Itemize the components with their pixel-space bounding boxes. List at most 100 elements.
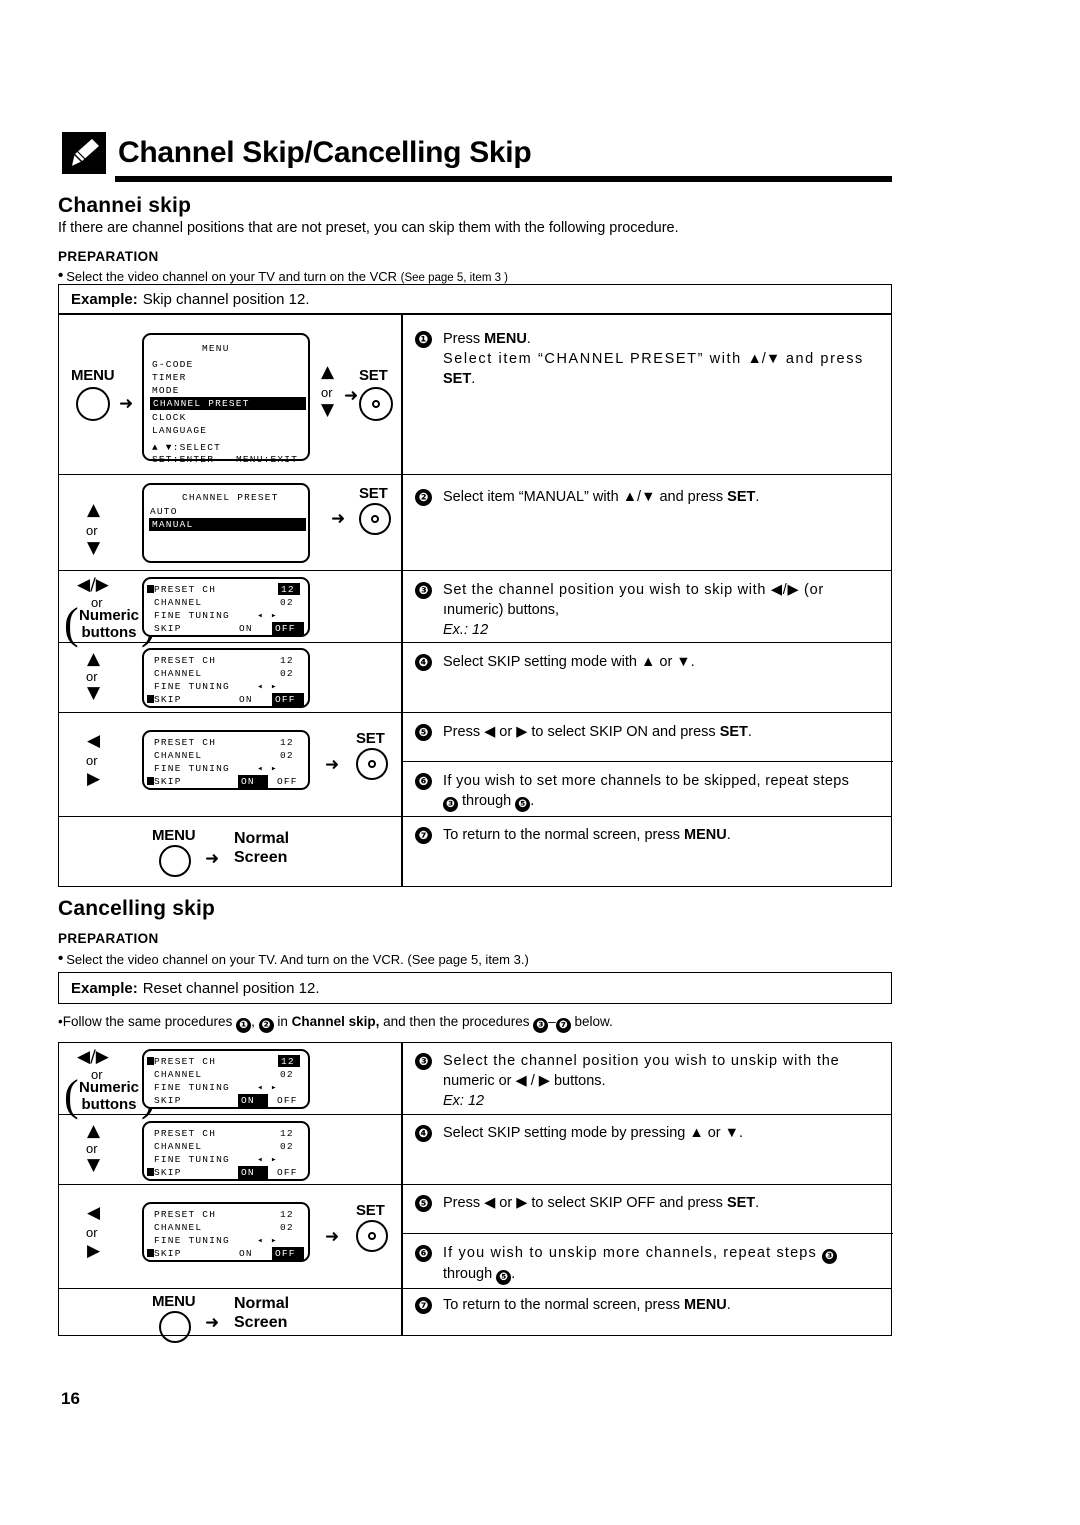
menu-button-label-2: MENU <box>152 827 196 844</box>
step-1-line3a: SET <box>443 371 472 387</box>
step-5-line1c: . <box>747 724 752 740</box>
step-number: ❺ <box>415 724 432 741</box>
osd-menu-footer-exit: MENU:EXIT <box>236 454 299 465</box>
set-button-label-1: SET <box>359 367 388 384</box>
osd-preset-title: CHANNEL PRESET <box>182 492 279 503</box>
menu-button-1[interactable] <box>76 387 110 421</box>
menu-button-3[interactable] <box>159 1311 191 1343</box>
osd-row-value: 02 <box>280 597 294 608</box>
osd-skip-off-highlighted: OFF <box>272 693 304 706</box>
osd-preset-item: AUTO <box>150 506 178 517</box>
left-arrow-icon[interactable]: ◀ <box>87 733 100 750</box>
step-ref-1: ❶ <box>236 1017 252 1033</box>
step-3-line2: ınumeric) buttons, <box>443 602 560 618</box>
osd-row-label: CHANNEL <box>154 1222 203 1233</box>
or-label: or <box>86 1141 98 1156</box>
step-7-line1b: MENU <box>683 827 727 843</box>
osd-step5-screen: PRESET CH 12 CHANNEL 02 FINE TUNING ◂ ▸ … <box>142 730 310 790</box>
osd-row-label: CHANNEL <box>154 668 203 679</box>
left-right-arrow-icon[interactable]: ◀/▶ <box>77 1049 109 1066</box>
set-button-1[interactable] <box>359 387 393 421</box>
osd-row-label: CHANNEL <box>154 750 203 761</box>
normal-line2: Screen <box>234 1314 288 1332</box>
set-button-4[interactable] <box>356 1220 388 1252</box>
osd-skip-off-highlighted: OFF <box>272 622 304 635</box>
osd-fine-tuning-arrows: ◂ ▸ <box>257 1082 278 1093</box>
osd-row-value: 02 <box>280 750 294 761</box>
numeric-label-line1: Numeric <box>78 1079 140 1096</box>
numeric-buttons-group[interactable]: Numeric buttons <box>73 607 145 642</box>
numeric-buttons-group[interactable]: Numeric buttons <box>73 1079 145 1114</box>
osd-fine-tuning-arrows: ◂ ▸ <box>257 610 278 621</box>
osd-row-value: 02 <box>280 668 294 679</box>
step-2-text: Select item “MANUAL” with ▲/▼ and press … <box>443 487 891 507</box>
cancel-step-7-line1c: . <box>726 1297 731 1313</box>
step-6-line2b: through <box>458 793 516 809</box>
follow-g: below. <box>570 1014 613 1029</box>
set-button-label-2: SET <box>359 485 388 502</box>
osd-row-label: PRESET CH <box>154 584 217 595</box>
right-arrow-icon[interactable]: ▶ <box>87 1243 100 1260</box>
osd-cursor-icon <box>147 1168 154 1176</box>
up-arrow-icon[interactable]: ▲ <box>87 651 100 668</box>
preparation-text-1: • Select the video channel on your TV and… <box>58 266 878 286</box>
set-button-3[interactable] <box>356 748 388 780</box>
osd-skip-label: SKIP <box>154 694 182 705</box>
page-number: 16 <box>61 1389 80 1408</box>
cancel-step-5-line1a: Press ◀ or ▶ to select SKIP OFF and pres… <box>443 1195 727 1211</box>
step-number: ❹ <box>415 654 432 671</box>
osd-step4-screen: PRESET CH 12 CHANNEL 02 FINE TUNING ◂ ▸ … <box>142 648 310 708</box>
left-right-arrow-icon[interactable]: ◀/▶ <box>77 577 109 594</box>
osd-row-label: PRESET CH <box>154 655 217 666</box>
step-ref-3: ❸ <box>821 1248 837 1264</box>
osd-menu-item: G-CODE <box>152 359 194 370</box>
cancel-step-7-text: To return to the normal screen, press ME… <box>443 1295 891 1315</box>
down-arrow-icon[interactable]: ▼ <box>87 540 100 557</box>
or-label: or <box>321 385 333 400</box>
osd-skip-label: SKIP <box>154 1248 182 1259</box>
osd-row-label: FINE TUNING <box>154 1154 230 1165</box>
step-3-text: Set the channel position you wish to ski… <box>443 580 893 640</box>
osd-fine-tuning-arrows: ◂ ▸ <box>257 1154 278 1165</box>
follow-e: and then the procedures <box>379 1014 534 1029</box>
osd-cursor-icon <box>147 585 154 593</box>
osd-cancel-step4-screen: PRESET CH 12 CHANNEL 02 FINE TUNING ◂ ▸ … <box>142 1121 310 1181</box>
bullet-icon: • <box>58 950 64 967</box>
left-arrow-icon[interactable]: ◀ <box>87 1205 100 1222</box>
osd-cursor-icon <box>147 777 154 785</box>
right-arrow-icon[interactable]: ▶ <box>87 771 100 788</box>
osd-menu-item: CLOCK <box>152 412 187 423</box>
osd-row-value: 02 <box>280 1222 294 1233</box>
normal-line1: Normal <box>234 830 290 847</box>
down-arrow-icon[interactable]: ▼ <box>87 1157 100 1174</box>
set-button-2[interactable] <box>359 503 391 535</box>
or-label: or <box>86 753 98 768</box>
osd-row-label: FINE TUNING <box>154 1082 230 1093</box>
menu-button-2[interactable] <box>159 845 191 877</box>
set-button-label-3: SET <box>356 730 385 747</box>
step-6-line1: If you wish to set more channels to be s… <box>443 773 850 789</box>
follow-a: Follow the same procedures <box>62 1014 237 1029</box>
up-arrow-icon[interactable]: ▲ <box>321 364 334 381</box>
osd-skip-on: ON <box>239 623 253 634</box>
normal-screen-label-1: Normal Screen <box>234 829 289 867</box>
osd-row-value-highlighted: 12 <box>278 1055 300 1067</box>
step-7-line1a: To return to the normal screen, press <box>443 827 684 843</box>
up-arrow-icon[interactable]: ▲ <box>87 502 100 519</box>
flow-arrow-icon: ➜ <box>325 1227 340 1247</box>
follow-c: in <box>273 1014 292 1029</box>
down-arrow-icon[interactable]: ▼ <box>321 402 334 419</box>
step-5-text: Press ◀ or ▶ to select SKIP ON and press… <box>443 722 891 742</box>
step-number: ❶ <box>415 331 432 348</box>
osd-row-value: 02 <box>280 1069 294 1080</box>
flow-arrow-icon: ➜ <box>331 509 346 529</box>
osd-menu-item: MODE <box>152 385 180 396</box>
step-1-line1c: . <box>526 331 531 347</box>
up-arrow-icon[interactable]: ▲ <box>87 1123 100 1140</box>
step-1-text: Press MENU. Select item “CHANNEL PRESET”… <box>443 329 891 389</box>
osd-skip-off: OFF <box>277 776 298 787</box>
example-text-2: Reset channel position 12. <box>142 979 320 997</box>
cancel-step-5-line1b: SET <box>726 1195 756 1211</box>
flow-arrow-icon: ➜ <box>205 849 220 869</box>
down-arrow-icon[interactable]: ▼ <box>87 685 100 702</box>
